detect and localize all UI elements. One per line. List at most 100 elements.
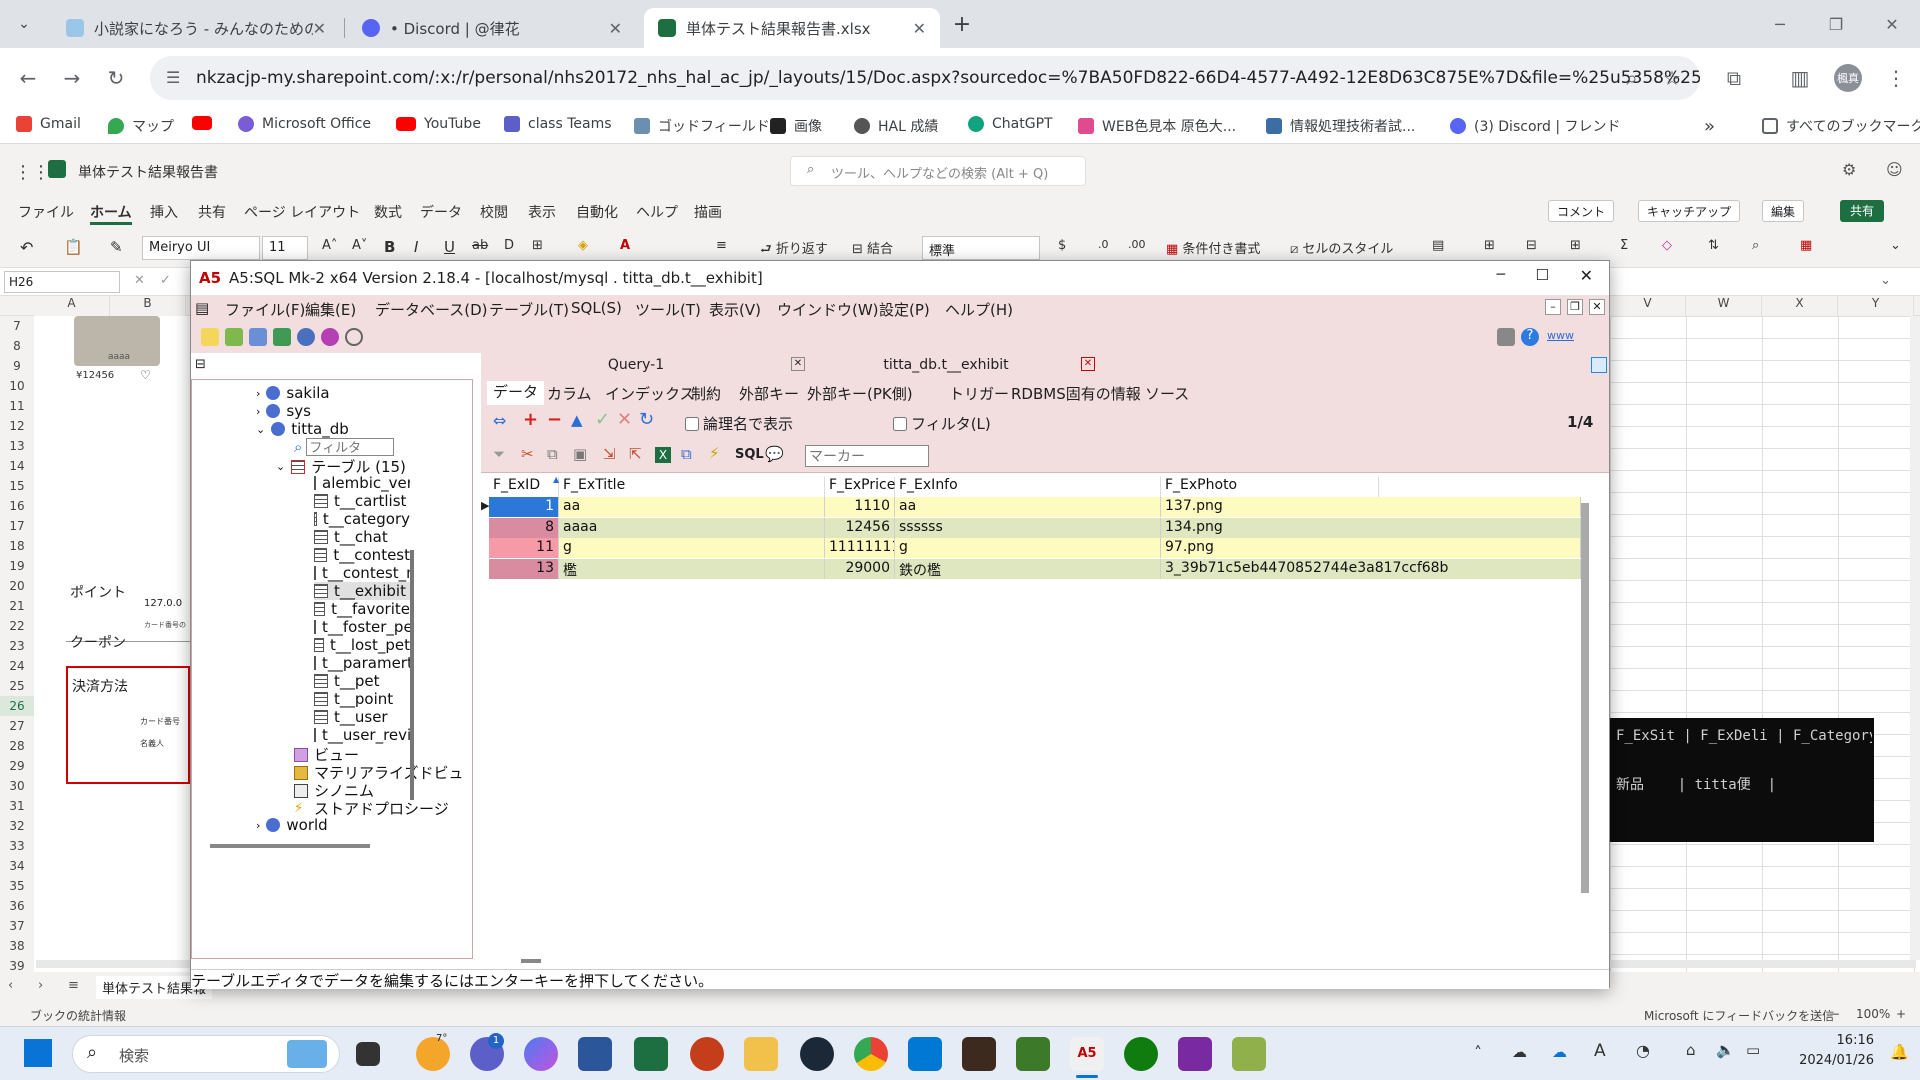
row-header[interactable]: 24 [0,656,34,676]
mdi-window-icon[interactable]: ▤ [195,299,209,317]
execute-icon[interactable]: ⚡ [709,444,720,462]
tree-table-item[interactable]: t__user [314,708,410,726]
app-purple-icon[interactable] [1178,1037,1212,1071]
row-header[interactable]: 34 [0,856,34,876]
menu-file[interactable]: ファイル [18,202,74,222]
add-row-icon[interactable]: + [523,409,538,430]
menu-share[interactable]: 共有 [198,202,226,222]
grid-cell[interactable]: 134.png [1161,517,1581,538]
bookmark-jouhou[interactable]: 情報処理技術者試... [1266,116,1415,136]
column-header[interactable]: W [1686,296,1762,316]
tray-chevron-icon[interactable]: ˄ [1474,1043,1482,1062]
bookmark-images[interactable]: 画像 [770,116,822,136]
a5-menu-file[interactable]: ファイル(F) [225,299,305,320]
table-row[interactable]: 11g111111111g97.png [489,538,1589,558]
menu-review[interactable]: 校閲 [480,202,508,222]
forward-icon[interactable]: → [56,62,88,94]
restore-icon[interactable]: ❐ [1808,0,1864,48]
creeper-icon[interactable] [1016,1037,1050,1071]
grid-cell[interactable]: aa [559,497,825,517]
row-header[interactable]: 7 [0,316,34,336]
mdi-restore-icon[interactable]: ❐ [1567,299,1583,315]
tree-table-item[interactable]: t__contest [314,546,410,564]
excel-search-input[interactable]: ⌕ ツール、ヘルプなどの検索 (Alt + Q) [790,156,1086,186]
menu-view[interactable]: 表示 [528,202,556,222]
collapse-icon[interactable]: ⌄ [276,460,285,473]
name-box[interactable]: H26 [4,271,120,293]
zoom-level[interactable]: 100% [1856,1007,1890,1021]
row-header[interactable]: 14 [0,456,34,476]
confirm-formula-icon[interactable]: ✓ [160,273,171,288]
tree-table-item[interactable]: t__exhibit [314,582,410,600]
collapse-icon[interactable]: ⌄ [256,423,265,436]
bookmark-gmail[interactable]: Gmail [16,116,81,132]
column-header[interactable]: X [1762,296,1838,316]
tree-table-item[interactable]: t__pet [314,672,410,690]
bookmark-chatgpt[interactable]: ChatGPT [968,116,1053,132]
grid-hscrollbar[interactable] [521,959,541,963]
cancel-icon[interactable]: ✕ [617,409,632,430]
start-windows-icon[interactable] [24,1039,52,1067]
copy-as-icon[interactable]: ⧉ [681,445,692,463]
row-header[interactable]: 10 [0,376,34,396]
bookmark-microsoft-office[interactable]: Microsoft Office [238,116,371,132]
ribbon-expand-icon[interactable]: ⌄ [1890,238,1901,253]
subtab-foreign-keys-pk[interactable]: 外部キー(PK側) [807,383,913,404]
grid-cell[interactable]: 11 [489,538,559,558]
bookmark-hal[interactable]: HAL 成績 [854,116,938,136]
grid-cell[interactable]: 13 [489,558,559,579]
grid-cell[interactable]: 1 [489,497,559,517]
paste-icon[interactable]: ▣ [573,445,587,463]
connect-icon[interactable] [225,328,243,346]
bookmark-maps[interactable]: マップ [108,116,174,136]
excel-export-icon[interactable]: X [655,447,671,463]
tree-table-item[interactable]: alembic_versi [314,474,410,492]
chrome-icon[interactable] [854,1037,888,1071]
grid-cell[interactable]: aa [895,497,1161,517]
tree-table-item[interactable]: t__contest_ma [314,564,410,582]
bookmark-web-colors[interactable]: WEB色見本 原色大... [1078,116,1236,136]
bookmark-discord[interactable]: (3) Discord | フレンド [1450,116,1621,136]
www-link[interactable]: www [1547,329,1574,342]
table-row[interactable]: 8 aaaa 12456 ssssss 134.png [489,517,1589,538]
tab-discord[interactable]: • Discord | @律花 ✕ [348,8,636,48]
taskbar-search[interactable]: ⌕ 検索 [72,1035,340,1073]
menu-page-layout[interactable]: ページ レイアウト [244,202,360,222]
clock-time[interactable]: 16:16 [1798,1033,1874,1048]
mdi-close-icon[interactable]: ✕ [1589,299,1605,315]
tab-close-icon[interactable]: ✕ [609,19,622,38]
row-header[interactable]: 26 [0,696,34,716]
cell-style-button[interactable]: ⧄ セルのスタイル [1290,238,1393,257]
steam-icon[interactable] [800,1037,834,1071]
logical-name-checkbox[interactable] [685,416,699,431]
row-header[interactable]: 32 [0,816,34,836]
grid-cell[interactable]: g [895,538,1161,558]
comment-icon[interactable]: 💬 [765,445,784,463]
document-title[interactable]: 単体テスト結果報告書 [78,162,218,182]
decrease-decimal-icon[interactable]: .00 [1128,238,1146,251]
menu-data[interactable]: データ [420,202,462,222]
row-header[interactable]: 19 [0,556,34,576]
reload-icon[interactable]: ↻ [100,62,132,94]
tree-table-item[interactable]: t__lost_pet [314,636,410,654]
close-icon[interactable]: ✕ [1864,0,1920,48]
font-color-icon[interactable]: A [620,238,630,253]
currency-icon[interactable]: $ [1058,238,1066,253]
table-row[interactable]: 1 aa 1110 aa 137.png ▶ [481,497,1589,517]
plugin-icon[interactable] [321,328,339,346]
column-header[interactable]: B [110,296,186,316]
tab-narou[interactable]: 小説家になろう - みんなのための小 ✕ [52,8,340,48]
strikethrough-icon[interactable]: ab [472,238,488,253]
tree-db-sakila[interactable]: › sakila [256,384,330,402]
feedback-link[interactable]: Microsoft にフィードバックを送信 [1644,1007,1834,1024]
row-header[interactable]: 12 [0,416,34,436]
col-header-exphoto[interactable]: F_ExPhoto [1161,477,1379,497]
a5-minimize-icon[interactable]: ─ [1497,267,1505,283]
tree-toolbar-icon[interactable]: ⊟ [195,357,206,372]
profile-avatar[interactable]: 楓真 [1834,64,1862,92]
copy-icon[interactable]: ⧉ [547,445,558,463]
subtab-columns[interactable]: カラム [547,383,592,404]
bold-icon[interactable]: B [384,238,395,256]
grid-cell[interactable]: 97.png [1161,538,1581,558]
catchup-button[interactable]: キャッチアップ [1638,200,1741,222]
